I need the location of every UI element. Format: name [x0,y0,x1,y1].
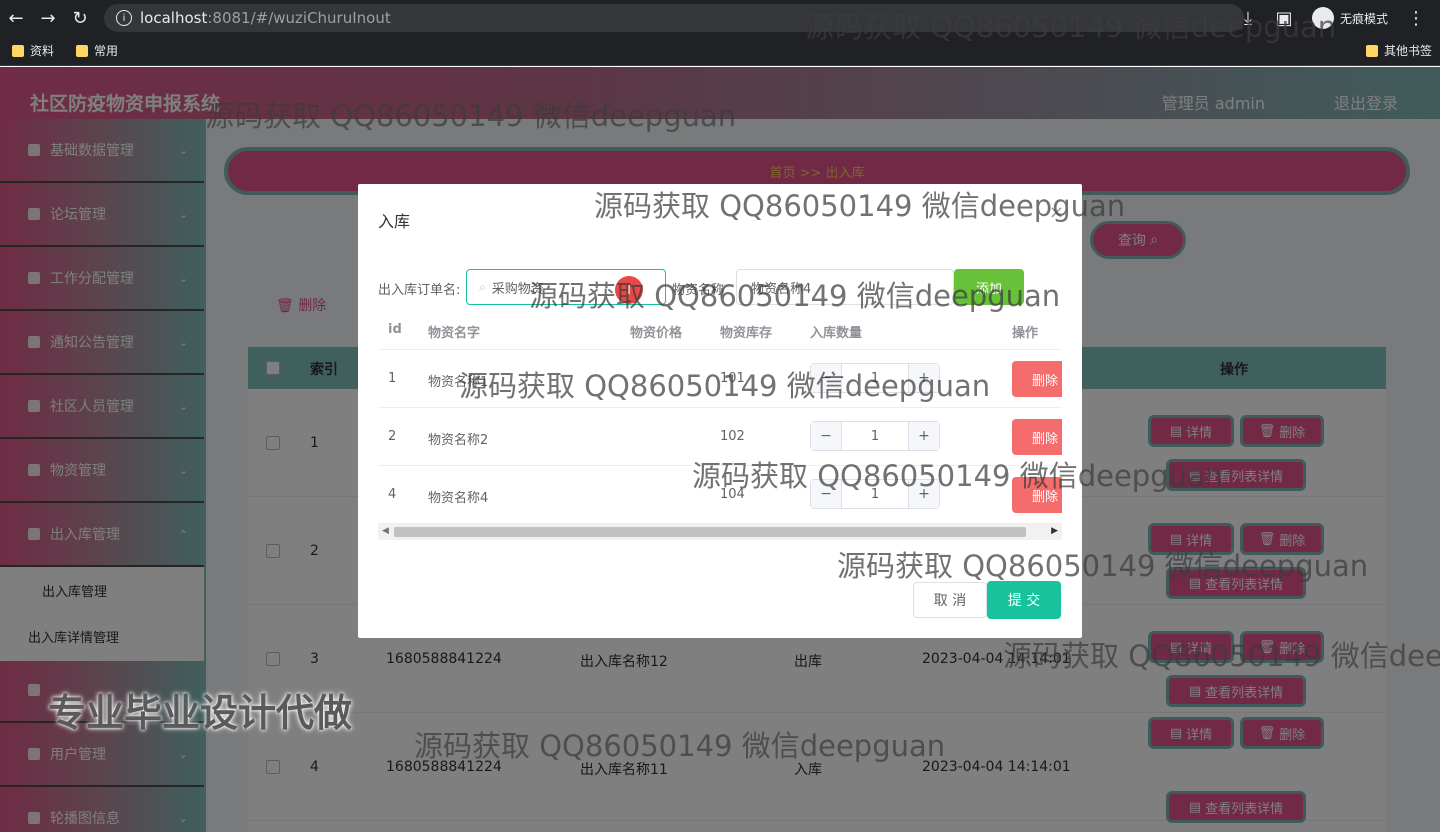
col-name: 物资名字 [428,326,481,341]
goods-id: 2 [388,429,397,444]
decrement-button[interactable]: − [811,364,841,392]
goods-id: 4 [388,487,397,502]
browser-toolbar: ← → ↻ i localhost:8081/#/wuziChuruInout … [0,0,1440,36]
col-op: 操作 [1012,326,1039,341]
add-button[interactable]: 添加 [954,269,1024,305]
row-delete-button[interactable]: 删除 [1012,419,1062,455]
row-delete-button[interactable]: 删除 [1012,361,1062,397]
incognito-icon [1311,7,1334,29]
other-bookmarks[interactable]: 其他书签 [1365,42,1432,59]
scroll-thumb[interactable] [394,527,1026,537]
bookmarks-bar: 资料 常用 其他书签 [0,36,1440,66]
reload-icon[interactable]: ↻ [64,2,96,34]
scroll-left-icon[interactable]: ◀ [382,526,389,536]
incognito-label: 无痕模式 [1339,11,1388,26]
search-icon: ⌕ [479,279,486,294]
promo-watermark: 专业毕业设计代做 [48,691,353,735]
order-label: 出入库订单名: [378,283,461,298]
bookmark-folder[interactable]: 常用 [76,42,118,59]
sidepanel-icon[interactable]: ▣ [1268,2,1300,34]
quantity-value[interactable]: 1 [841,364,909,392]
cancel-button[interactable]: 取 消 [913,582,987,618]
menu-icon[interactable]: ⋮ [1400,2,1432,34]
incognito-badge[interactable]: 无痕模式 [1304,7,1396,29]
url-host: localhost [140,9,208,27]
goods-table: id 物资名字 物资价格 物资库存 入库数量 操作 1 物资名称1 101 − … [378,312,1062,532]
scroll-right-icon[interactable]: ▶ [1051,526,1058,536]
increment-button[interactable]: + [909,422,939,450]
goods-label: 物资名称 [672,283,725,298]
goods-stock: 102 [720,429,745,444]
goods-name: 物资名称4 [428,491,489,506]
folder-icon [1365,44,1378,57]
folder-icon [76,44,89,57]
cursor-indicator-icon: I [615,276,643,304]
goods-name: 物资名称2 [428,433,489,448]
goods-select[interactable]: 物资名称4 [736,269,954,305]
goods-row: 1 物资名称1 101 − 1 + 删除 [378,350,1062,408]
col-id: id [388,322,402,337]
goods-stock: 104 [720,487,745,502]
back-icon[interactable]: ← [0,2,32,34]
goods-stock: 101 [720,371,745,386]
goods-row: 2 物资名称2 102 − 1 + 删除 [378,408,1062,466]
download-icon[interactable]: ⤓ [1232,2,1264,34]
decrement-button[interactable]: − [811,422,841,450]
folder-icon [12,44,24,57]
info-icon[interactable]: i [116,10,132,26]
goods-name: 物资名称1 [428,375,489,390]
goods-id: 1 [388,371,397,386]
increment-button[interactable]: + [909,364,939,392]
address-bar[interactable]: i localhost:8081/#/wuziChuruInout [104,4,1244,32]
quantity-stepper[interactable]: − 1 + [810,363,940,393]
decrement-button[interactable]: − [811,480,841,508]
col-qty: 入库数量 [810,326,863,341]
col-stock: 物资库存 [720,326,773,341]
quantity-value[interactable]: 1 [841,422,909,450]
bookmark-folder[interactable]: 资料 [12,42,54,59]
submit-button[interactable]: 提 交 [987,581,1061,619]
bookmark-label: 资料 [30,44,55,58]
other-bookmarks-label: 其他书签 [1383,44,1432,58]
bookmark-label: 常用 [94,44,119,58]
inbound-dialog: 入库 × 出入库订单名: ⌕ 采购物资 I 物资名称 物资名称4 添加 id 物资… [358,184,1082,638]
forward-icon[interactable]: → [32,2,64,34]
close-icon[interactable]: × [1049,202,1064,223]
goods-select-value: 物资名称4 [751,281,812,297]
horizontal-scrollbar[interactable]: ◀ ▶ [378,524,1062,540]
row-delete-button[interactable]: 删除 [1012,477,1062,513]
quantity-value[interactable]: 1 [841,480,909,508]
order-name-value: 采购物资 [491,281,544,297]
url-path: :8081/#/wuziChuruInout [207,9,391,27]
dialog-title: 入库 [378,212,411,231]
goods-row: 4 物资名称4 104 − 1 + 删除 [378,466,1062,524]
increment-button[interactable]: + [909,480,939,508]
quantity-stepper[interactable]: − 1 + [810,421,940,451]
col-price: 物资价格 [630,326,683,341]
quantity-stepper[interactable]: − 1 + [810,479,940,509]
goods-table-header: id 物资名字 物资价格 物资库存 入库数量 操作 [378,312,1062,350]
